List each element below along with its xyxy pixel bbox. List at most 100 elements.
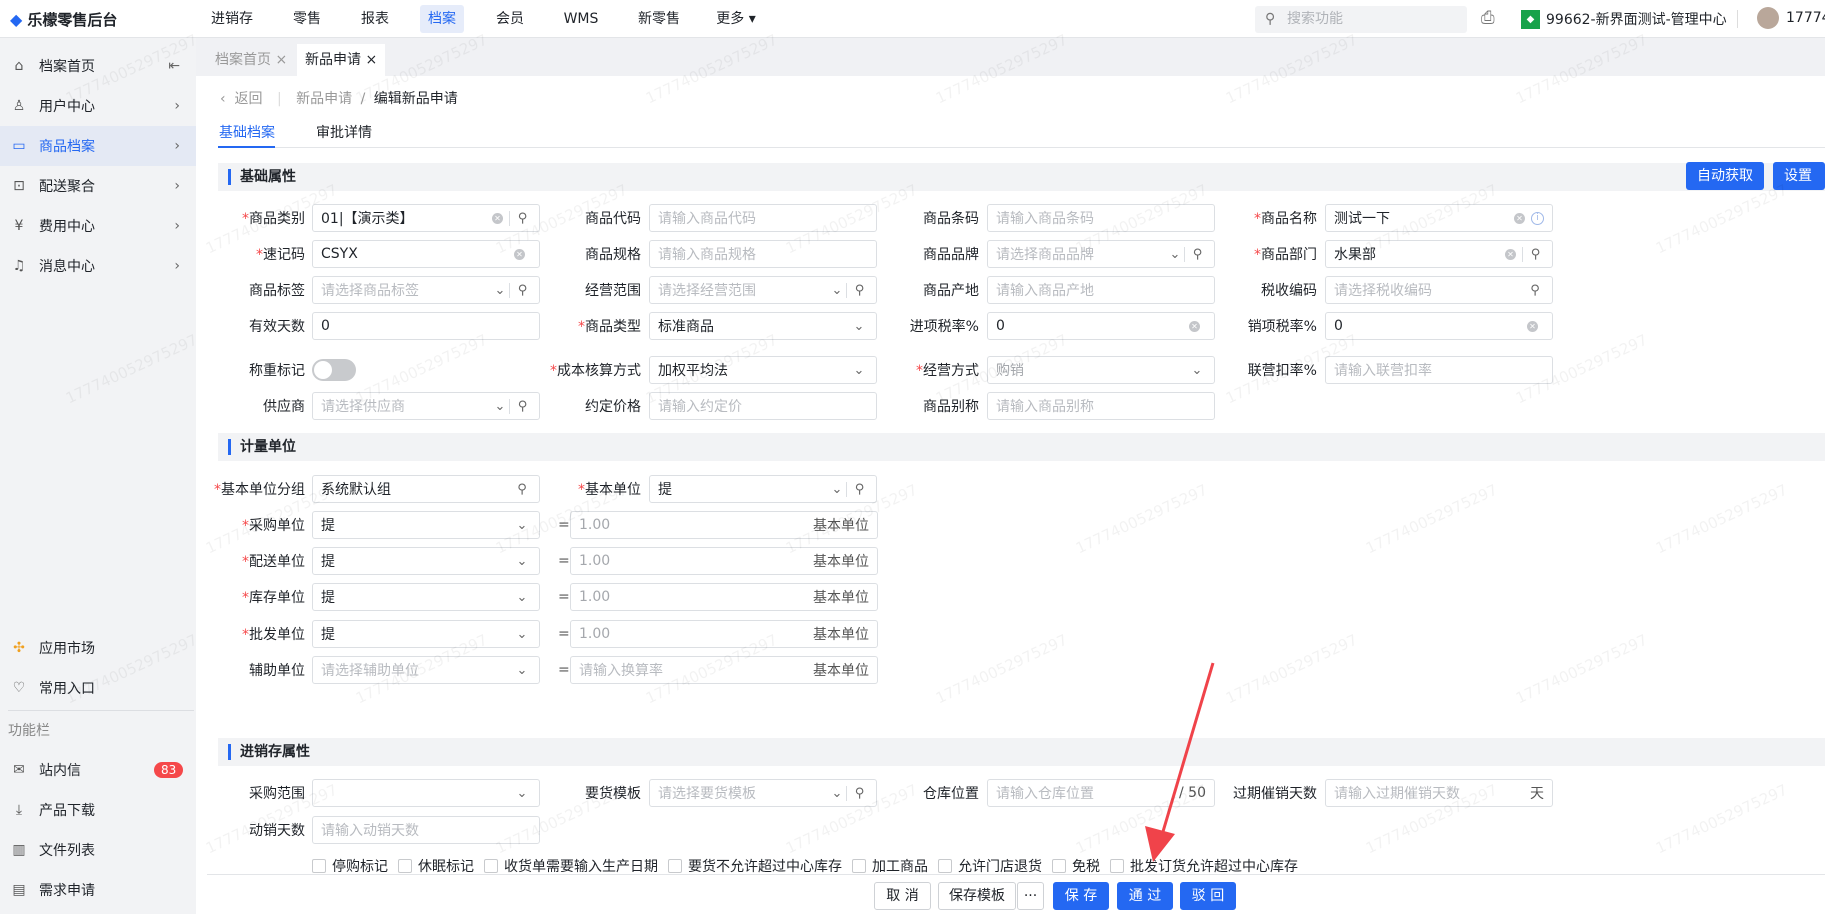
tab-basic-info[interactable]: 基础档案 [219, 122, 275, 142]
input-速记码[interactable]: CSYX ✕ [312, 240, 540, 268]
input-库存单位[interactable]: 提 ⌄ [312, 583, 540, 611]
sidebar-item[interactable]: ⊡ 配送聚合 › [0, 166, 196, 206]
sidebar-item[interactable]: ⌂ 档案首页 ⇤ [0, 46, 196, 86]
chevron-down-icon[interactable]: ⌄ [513, 518, 531, 533]
chevron-down-icon[interactable]: ⌄ [491, 283, 509, 298]
chevron-down-icon[interactable]: ⌄ [513, 627, 531, 642]
input-进项税率%[interactable]: 0 ✕ [987, 312, 1215, 340]
search-icon[interactable]: ⚲ [846, 481, 868, 497]
save-template-button[interactable]: 保存模板 [938, 882, 1016, 910]
app-logo[interactable]: ◆ 乐檬零售后台 [10, 9, 117, 30]
input-经营方式[interactable]: 购销 ⌄ [987, 356, 1215, 384]
nav-item[interactable]: 新零售 [630, 5, 688, 33]
input-批发单位[interactable]: 提 ⌄ [312, 620, 540, 648]
save-button[interactable]: 保 存 [1053, 882, 1109, 910]
input-税收编码[interactable]: 请选择税收编码 ⚲ [1325, 276, 1553, 304]
input-商品类别[interactable]: 01|【演示类】 ✕ ⚲ [312, 204, 540, 232]
input-商品品牌[interactable]: 请选择商品品牌 ⌄ ⚲ [987, 240, 1215, 268]
page-tab[interactable]: 档案首页 × [207, 44, 295, 76]
chevron-down-icon[interactable]: ⌄ [828, 283, 846, 298]
clear-icon[interactable]: ✕ [1505, 248, 1516, 260]
checkbox[interactable]: 允许门店退货 [938, 856, 1042, 876]
more-button[interactable]: ··· [1017, 882, 1044, 910]
chevron-down-icon[interactable]: ⌄ [513, 786, 531, 801]
conversion-rate-input[interactable]: 1.00 基本单位 [570, 583, 878, 611]
checkbox-box[interactable] [938, 859, 952, 873]
search-icon[interactable]: ⚲ [509, 282, 531, 298]
checkbox[interactable]: 批发订货允许超过中心库存 [1110, 856, 1298, 876]
chevron-down-icon[interactable]: ⌄ [513, 554, 531, 569]
input-商品别称[interactable]: 请输入商品别称 [987, 392, 1215, 420]
input-供应商[interactable]: 请选择供应商 ⌄ ⚲ [312, 392, 540, 420]
collapse-sidebar-icon[interactable]: ⇤ [168, 58, 180, 74]
chevron-down-icon[interactable]: ⌄ [513, 590, 531, 605]
input-采购单位[interactable]: 提 ⌄ [312, 511, 540, 539]
breadcrumb-parent[interactable]: 新品申请 [296, 91, 352, 107]
input-仓库位置[interactable]: 请输入仓库位置 / 50 [987, 779, 1215, 807]
nav-item[interactable]: 进销存 [203, 5, 261, 33]
conversion-rate-input[interactable]: 请输入换算率 基本单位 [570, 656, 878, 684]
clear-icon[interactable]: ✕ [492, 212, 503, 224]
input-过期催销天数[interactable]: 请输入过期催销天数 天 [1325, 779, 1553, 807]
chevron-down-icon[interactable]: ⌄ [491, 399, 509, 414]
approve-button[interactable]: 通 过 [1117, 882, 1173, 910]
weighing-toggle[interactable] [312, 359, 356, 381]
checkbox-box[interactable] [312, 859, 326, 873]
cancel-button[interactable]: 取 消 [874, 882, 931, 910]
reject-button[interactable]: 驳 回 [1180, 882, 1236, 910]
checkbox-box[interactable] [852, 859, 866, 873]
search-input[interactable]: ⚲ 搜索功能 [1255, 6, 1467, 33]
input-要货模板[interactable]: 请选择要货模板 ⌄ ⚲ [649, 779, 877, 807]
checkbox[interactable]: 收货单需要输入生产日期 [484, 856, 658, 876]
tab-approval-details[interactable]: 审批详情 [316, 122, 372, 142]
search-icon[interactable]: ⚲ [1522, 246, 1544, 262]
checkbox[interactable]: 要货不允许超过中心库存 [668, 856, 842, 876]
checkbox[interactable]: 加工商品 [852, 856, 928, 876]
close-icon[interactable]: × [361, 52, 377, 68]
nav-item[interactable]: 更多 ▾ [708, 5, 763, 33]
nav-item[interactable]: WMS [556, 5, 607, 33]
input-商品名称[interactable]: 测试一下 ✕ i [1325, 204, 1553, 232]
conversion-rate-input[interactable]: 1.00 基本单位 [570, 620, 878, 648]
search-icon[interactable]: ⚲ [846, 282, 868, 298]
conversion-rate-input[interactable]: 1.00 基本单位 [570, 511, 878, 539]
chevron-down-icon[interactable]: ⌄ [828, 786, 846, 801]
clear-icon[interactable]: ✕ [1514, 212, 1525, 224]
search-icon[interactable]: ⚲ [1526, 283, 1544, 298]
store-selector[interactable]: ◆ 99662-新界面测试-管理中心 [1521, 9, 1727, 29]
page-tab[interactable]: 新品申请 × [297, 44, 386, 76]
search-icon[interactable]: ⚲ [509, 210, 531, 226]
avatar[interactable] [1757, 7, 1779, 29]
chevron-down-icon[interactable]: ⌄ [850, 363, 868, 378]
input-基本单位分组[interactable]: 系统默认组 ⚲ [312, 475, 540, 503]
close-icon[interactable]: × [271, 52, 287, 68]
checkbox[interactable]: 停购标记 [312, 856, 388, 876]
user-name[interactable]: 17774 [1786, 10, 1825, 26]
sidebar-item[interactable]: ¥ 费用中心 › [0, 206, 196, 246]
sidebar-item[interactable]: ♡ 常用入口 [0, 668, 196, 708]
chevron-down-icon[interactable]: ⌄ [513, 663, 531, 678]
chevron-down-icon[interactable]: ⌄ [828, 482, 846, 497]
input-商品代码[interactable]: 请输入商品代码 [649, 204, 877, 232]
clear-icon[interactable]: ✕ [1189, 320, 1200, 332]
checkbox[interactable]: 免税 [1052, 856, 1100, 876]
clear-icon[interactable]: ✕ [1527, 320, 1538, 332]
sidebar-item[interactable]: ✣ 应用市场 [0, 628, 196, 668]
input-商品部门[interactable]: 水果部 ✕ ⚲ [1325, 240, 1553, 268]
input-商品类型[interactable]: 标准商品 ⌄ [649, 312, 877, 340]
input-商品标签[interactable]: 请选择商品标签 ⌄ ⚲ [312, 276, 540, 304]
search-icon[interactable]: ⚲ [513, 482, 531, 497]
search-icon[interactable]: ⚲ [846, 785, 868, 801]
sidebar-item[interactable]: ⤓ 产品下载 [0, 790, 196, 830]
input-配送单位[interactable]: 提 ⌄ [312, 547, 540, 575]
input-经营范围[interactable]: 请选择经营范围 ⌄ ⚲ [649, 276, 877, 304]
nav-item[interactable]: 会员 [488, 5, 532, 33]
checkbox-box[interactable] [1052, 859, 1066, 873]
input-有效天数[interactable]: 0 [312, 312, 540, 340]
input-约定价格[interactable]: 请输入约定价 [649, 392, 877, 420]
input-成本核算方式[interactable]: 加权平均法 ⌄ [649, 356, 877, 384]
settings-button[interactable]: 设置一 [1773, 162, 1825, 212]
input-商品产地[interactable]: 请输入商品产地 [987, 276, 1215, 304]
nav-item[interactable]: 零售 [285, 5, 329, 33]
checkbox-box[interactable] [1110, 859, 1124, 873]
